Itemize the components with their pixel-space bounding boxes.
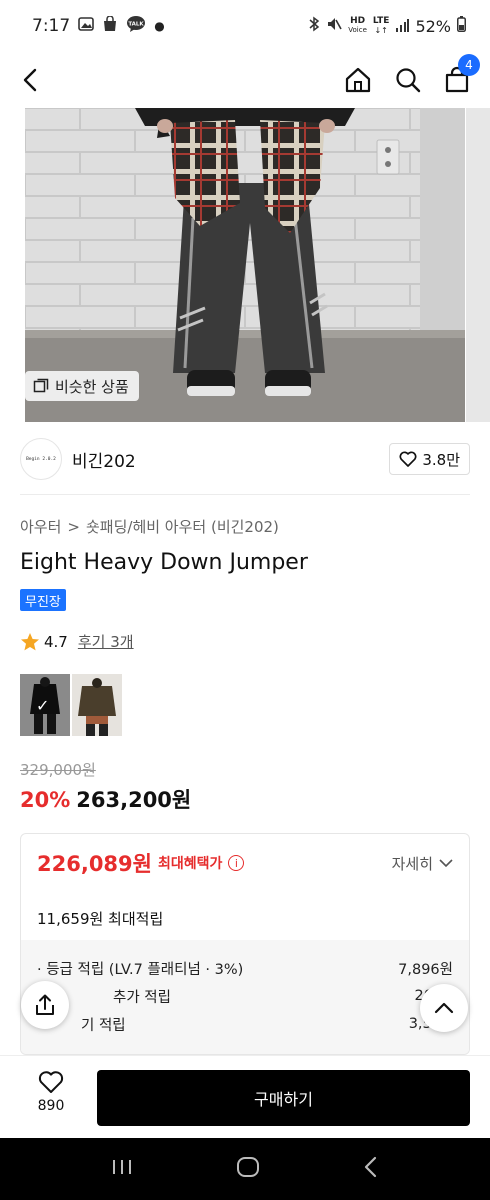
max-benefit-panel: 226,089원 최대혜택가 i 자세히 11,659원 최대적립 · 등급 적…	[20, 833, 470, 1055]
back-nav-icon	[364, 1156, 376, 1178]
original-price: 329,000원	[20, 761, 96, 779]
share-button[interactable]	[21, 981, 69, 1029]
points-row-label: · 등급 적립 (LV.7 플래티넘 · 3%)	[37, 961, 244, 978]
copy-icon	[33, 378, 49, 393]
share-icon	[36, 994, 54, 1015]
cart-count-badge: 4	[458, 54, 480, 76]
brand-name[interactable]: 비긴202	[72, 447, 136, 472]
benefit-header: 226,089원 최대혜택가 i 자세히	[37, 848, 453, 878]
points-row-label: 기 적립	[81, 1017, 126, 1034]
sale-price: 263,200원	[76, 788, 192, 812]
points-breakdown: · 등급 적립 (LV.7 플래티넘 · 3%) 7,896원 추가 적립 20…	[21, 940, 469, 1054]
sale-price-row: 20% 263,200원	[20, 784, 191, 814]
points-row-label: 추가 적립	[113, 989, 171, 1006]
points-row: 기 적립 3,50	[37, 1010, 453, 1038]
heart-icon	[399, 451, 417, 467]
status-left: 7:17 TALK ●	[32, 14, 165, 37]
brand-logo[interactable]: Begin 2.0.2	[20, 438, 62, 480]
home-nav-button[interactable]	[236, 1156, 260, 1182]
voice-label: Voice	[348, 26, 367, 34]
wishlist-count: 890	[37, 1098, 65, 1114]
rating-value: 4.7	[44, 632, 68, 651]
next-image-peek	[466, 108, 490, 422]
max-benefit-label: 최대혜택가	[157, 856, 223, 872]
breadcrumb-separator: >	[67, 517, 80, 536]
discount-rate: 20%	[20, 788, 71, 812]
info-icon[interactable]: i	[228, 855, 245, 871]
shopping-bag-notification-icon	[102, 14, 118, 37]
review-count-link[interactable]: 후기 3개	[78, 631, 134, 652]
color-option-brown[interactable]	[72, 674, 122, 736]
search-button[interactable]	[394, 66, 422, 94]
system-navigation-bar	[0, 1138, 490, 1200]
hd-voice-icon: HD Voice	[348, 17, 367, 35]
divider	[20, 494, 470, 495]
home-button[interactable]	[344, 66, 372, 94]
selected-check-icon: ✓	[36, 696, 50, 715]
home-circle-icon	[236, 1157, 259, 1177]
brand-logo-text: Begin 2.0.2	[26, 456, 56, 462]
breadcrumb-category[interactable]: 아우터	[20, 516, 61, 537]
similar-products-button[interactable]: 비슷한 상품	[25, 371, 139, 401]
product-tag-badge: 무진장	[20, 589, 66, 611]
nav-bar: 4	[0, 52, 490, 108]
recent-apps-button[interactable]	[111, 1158, 133, 1180]
buy-button[interactable]: 구매하기	[97, 1070, 470, 1126]
benefit-summary: 226,089원 최대혜택가 i 자세히 11,659원 최대적립	[21, 834, 469, 940]
benefit-detail-toggle[interactable]: 자세히	[392, 853, 453, 874]
gallery-notification-icon	[78, 16, 94, 37]
signal-icon	[395, 17, 410, 36]
battery-icon	[457, 16, 466, 36]
mute-icon	[326, 16, 342, 36]
detail-label: 자세히	[391, 854, 433, 873]
chevron-up-icon	[434, 1002, 454, 1014]
home-icon	[345, 67, 371, 93]
back-button[interactable]	[20, 67, 40, 93]
breadcrumb: 아우터 > 숏패딩/헤비 아우터 (비긴202)	[20, 516, 279, 537]
color-option-black[interactable]: ✓	[20, 674, 70, 736]
hd-label: HD	[350, 16, 366, 26]
cart-button[interactable]: 4	[444, 54, 480, 94]
brand-like-count: 3.8만	[422, 450, 460, 469]
back-nav-button[interactable]	[363, 1156, 379, 1182]
status-bar: 7:17 TALK ● HD Voice LTE ↓↑ 52%	[0, 0, 490, 52]
lte-icon: LTE ↓↑	[372, 16, 390, 36]
status-time: 7:17	[32, 16, 71, 36]
wishlist-button[interactable]: 890	[30, 1070, 72, 1114]
similar-products-label: 비슷한 상품	[55, 377, 129, 396]
search-icon	[396, 68, 421, 93]
purchase-bar: 890 구매하기	[0, 1055, 490, 1138]
battery-percent: 52%	[415, 16, 451, 36]
breadcrumb-subcategory[interactable]: 숏패딩/헤비 아우터 (비긴202)	[86, 516, 279, 537]
brand-row: Begin 2.0.2 비긴202 3.8만	[20, 436, 470, 482]
scroll-top-button[interactable]	[420, 984, 468, 1032]
recent-apps-icon	[113, 1160, 132, 1174]
bluetooth-icon	[308, 16, 320, 36]
points-row-value: 7,896원	[398, 961, 453, 978]
product-title: Eight Heavy Down Jumper	[20, 550, 308, 575]
talk-notification-icon: TALK	[126, 15, 146, 37]
points-total: 11,659원 최대적립	[37, 910, 164, 928]
talk-icon-text: TALK	[129, 21, 145, 27]
color-options: ✓	[20, 674, 122, 736]
lte-label: LTE	[372, 16, 390, 26]
star-icon	[21, 632, 39, 650]
rating-row: 4.7 후기 3개	[20, 631, 134, 652]
points-row: · 등급 적립 (LV.7 플래티넘 · 3%) 7,896원	[37, 954, 453, 982]
back-arrow-icon	[23, 68, 37, 92]
chevron-down-icon	[439, 859, 453, 868]
dot-icon: ●	[154, 19, 165, 33]
brand-like-button[interactable]: 3.8만	[389, 443, 470, 475]
status-right: HD Voice LTE ↓↑ 52%	[308, 16, 466, 36]
heart-icon	[38, 1071, 64, 1093]
points-row: 추가 적립 20	[37, 982, 453, 1010]
max-benefit-price: 226,089원	[37, 852, 152, 876]
nav-actions: 4	[344, 54, 480, 94]
